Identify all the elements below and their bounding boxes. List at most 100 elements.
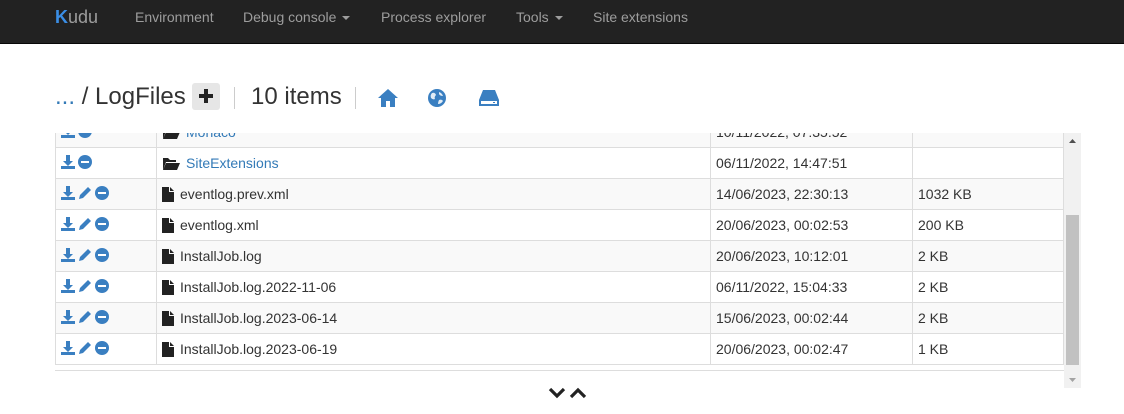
download-button[interactable] <box>61 309 75 324</box>
file-name: InstallJob.log.2023-06-14 <box>180 309 338 326</box>
name-cell: InstallJob.log.2023-06-14 <box>156 302 711 334</box>
actions-cell <box>55 147 157 179</box>
nav-debug-console[interactable]: Debug console <box>243 0 351 34</box>
home-icon[interactable] <box>377 88 399 108</box>
download-button[interactable] <box>61 216 75 231</box>
delete-button[interactable] <box>95 278 109 293</box>
actions-cell <box>55 271 157 303</box>
name-cell: eventlog.xml <box>156 209 711 241</box>
minus-circle-icon <box>78 133 92 138</box>
new-item-button[interactable] <box>192 83 220 110</box>
delete-button[interactable] <box>95 185 109 200</box>
pencil-icon <box>79 341 91 354</box>
file-icon <box>162 187 174 203</box>
download-button[interactable] <box>61 340 75 355</box>
scrollbar-thumb[interactable] <box>1066 215 1079 365</box>
table-row[interactable]: InstallJob.log.2023-06-19 20/06/2023, 00:… <box>55 333 1064 365</box>
folder-link[interactable]: SiteExtensions <box>186 155 279 171</box>
scroll-down-arrow-icon[interactable] <box>1064 371 1081 388</box>
delete-button[interactable] <box>95 216 109 231</box>
folder-link[interactable]: Monaco <box>186 133 236 140</box>
size-cell: 2 KB <box>912 302 1064 334</box>
file-list[interactable]: Monaco10/11/2022, 07:35:52SiteExtensions… <box>55 133 1064 371</box>
download-icon <box>61 185 75 200</box>
minus-circle-icon <box>95 216 109 231</box>
nav-process-explorer[interactable]: Process explorer <box>381 0 486 34</box>
delete-button[interactable] <box>95 309 109 324</box>
download-icon <box>61 154 75 169</box>
hard-drive-icon[interactable] <box>478 88 500 108</box>
file-name: eventlog.xml <box>180 216 259 233</box>
pencil-icon <box>79 217 91 230</box>
file-name: eventlog.prev.xml <box>180 185 289 202</box>
actions-cell <box>55 302 157 334</box>
size-cell <box>912 133 1064 148</box>
edit-button[interactable] <box>78 217 92 231</box>
divider <box>355 87 356 109</box>
table-row[interactable]: eventlog.xml 20/06/2023, 00:02:53 200 KB <box>55 209 1064 241</box>
download-icon <box>61 133 75 138</box>
row-actions <box>61 185 109 200</box>
name-cell: InstallJob.log.2022-11-06 <box>156 271 711 303</box>
size-cell: 1 KB <box>912 333 1064 365</box>
download-button[interactable] <box>61 185 75 200</box>
pencil-icon <box>79 248 91 261</box>
minus-circle-icon <box>95 340 109 355</box>
download-button[interactable] <box>61 133 75 138</box>
row-actions <box>61 247 109 262</box>
table-row[interactable]: eventlog.prev.xml 14/06/2023, 22:30:13 103… <box>55 178 1064 210</box>
resize-chevrons-icon[interactable] <box>548 385 588 401</box>
actions-cell <box>55 133 157 148</box>
actions-cell <box>55 333 157 365</box>
name-cell: SiteExtensions <box>156 147 711 179</box>
edit-button[interactable] <box>78 186 92 200</box>
caret-down-icon <box>342 16 351 21</box>
table-row[interactable]: InstallJob.log.2022-11-06 06/11/2022, 15:… <box>55 271 1064 303</box>
row-actions <box>61 340 109 355</box>
delete-button[interactable] <box>78 154 92 169</box>
download-icon <box>61 247 75 262</box>
name-cell: InstallJob.log.2023-06-19 <box>156 333 711 365</box>
size-cell <box>912 147 1064 179</box>
kudu-brand-logo[interactable]: Kudu <box>55 5 98 29</box>
nav-tools[interactable]: Tools <box>516 0 563 34</box>
download-button[interactable] <box>61 154 75 169</box>
file-icon <box>162 280 174 296</box>
file-icon <box>162 249 174 265</box>
file-table: Monaco10/11/2022, 07:35:52SiteExtensions… <box>55 133 1064 365</box>
table-row[interactable]: SiteExtensions 06/11/2022, 14:47:51 <box>55 147 1064 179</box>
edit-button[interactable] <box>78 341 92 355</box>
edit-button[interactable] <box>78 279 92 293</box>
minus-circle-icon <box>95 309 109 324</box>
pencil-icon <box>79 279 91 292</box>
file-icon <box>162 311 174 327</box>
edit-button[interactable] <box>78 310 92 324</box>
pencil-icon <box>79 186 91 199</box>
scroll-up-arrow-icon[interactable] <box>1064 133 1081 150</box>
modified-cell: 20/06/2023, 10:12:01 <box>710 240 913 272</box>
row-actions <box>61 154 92 169</box>
nav-environment[interactable]: Environment <box>135 0 214 34</box>
download-icon <box>61 216 75 231</box>
table-row[interactable]: InstallJob.log 20/06/2023, 10:12:01 2 KB <box>55 240 1064 272</box>
download-icon <box>61 340 75 355</box>
download-button[interactable] <box>61 278 75 293</box>
table-row[interactable]: Monaco 10/11/2022, 07:35:52 <box>55 133 1064 148</box>
table-row[interactable]: InstallJob.log.2023-06-14 15/06/2023, 00:… <box>55 302 1064 334</box>
vertical-scrollbar[interactable] <box>1064 133 1081 388</box>
breadcrumb-root-link[interactable]: ... <box>55 83 75 110</box>
pencil-icon <box>79 310 91 323</box>
actions-cell <box>55 240 157 272</box>
download-button[interactable] <box>61 247 75 262</box>
delete-button[interactable] <box>95 247 109 262</box>
breadcrumb-current: LogFiles <box>95 83 186 110</box>
delete-button[interactable] <box>95 340 109 355</box>
file-name: InstallJob.log.2023-06-19 <box>180 340 338 357</box>
delete-button[interactable] <box>78 133 92 138</box>
caret-down-icon <box>554 16 563 21</box>
globe-icon[interactable] <box>427 88 447 108</box>
row-actions <box>61 278 109 293</box>
nav-site-extensions[interactable]: Site extensions <box>593 0 688 34</box>
edit-button[interactable] <box>78 248 92 262</box>
modified-cell: 06/11/2022, 14:47:51 <box>710 147 913 179</box>
